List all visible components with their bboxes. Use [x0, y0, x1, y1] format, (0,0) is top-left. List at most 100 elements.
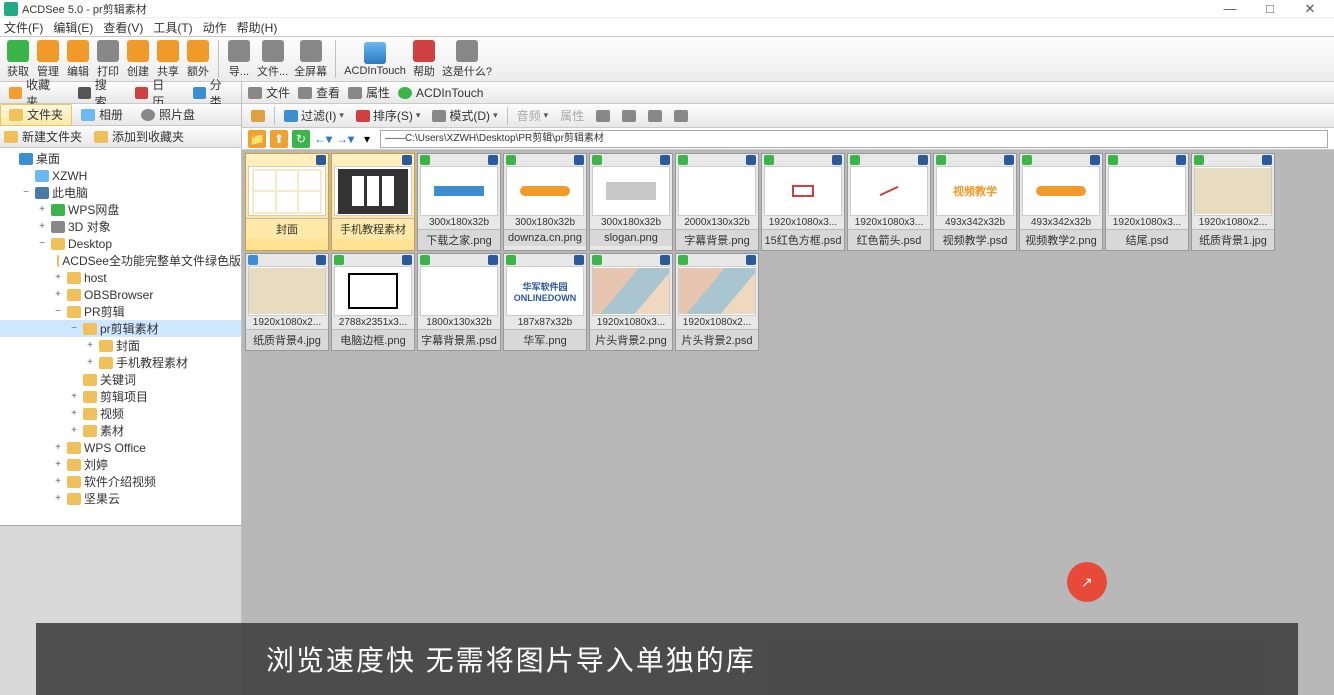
thumbnail[interactable]: 300x180x32b slogan.png — [589, 153, 673, 251]
nav-fwd-button[interactable]: →▾ — [336, 130, 354, 148]
file-button[interactable]: 文件... — [255, 38, 290, 80]
tree-node[interactable]: −Desktop — [0, 235, 241, 252]
thumbnail[interactable]: 手机教程素材 — [331, 153, 415, 251]
tab-acdintouch[interactable]: ACDInTouch — [398, 86, 483, 100]
delete-button[interactable] — [645, 110, 665, 122]
manage-button[interactable]: 管理 — [34, 38, 62, 80]
tree-node[interactable]: +刘婷 — [0, 456, 241, 473]
expand-toggle[interactable]: + — [84, 340, 96, 351]
menu-tools[interactable]: 工具(T) — [153, 19, 192, 36]
tree-node[interactable]: +素材 — [0, 422, 241, 439]
expand-toggle[interactable]: + — [68, 391, 80, 402]
expand-toggle[interactable]: + — [52, 459, 64, 470]
menu-file[interactable]: 文件(F) — [4, 19, 43, 36]
help-button[interactable]: 帮助 — [410, 38, 438, 80]
menu-help[interactable]: 帮助(H) — [237, 19, 278, 36]
tab-calendar[interactable]: 日历 — [126, 82, 183, 104]
thumbnail[interactable]: 1920x1080x3... 结尾.psd — [1105, 153, 1189, 251]
expand-toggle[interactable]: − — [20, 187, 32, 198]
tab-categories[interactable]: 分类 — [184, 82, 241, 104]
minimize-button[interactable]: — — [1210, 0, 1250, 18]
tree-node[interactable]: +WPS Office — [0, 439, 241, 456]
expand-toggle[interactable]: + — [68, 408, 80, 419]
add-favorite-button[interactable]: 添加到收藏夹 — [94, 128, 184, 145]
expand-toggle[interactable]: − — [36, 238, 48, 249]
export-button[interactable]: 导... — [225, 38, 253, 80]
expand-toggle[interactable]: − — [52, 306, 64, 317]
thumbnail[interactable]: 1920x1080x3... 红色箭头.psd — [847, 153, 931, 251]
sort-dropdown[interactable]: 排序(S) — [353, 107, 424, 124]
filter-dropdown[interactable]: 过滤(I) — [281, 107, 347, 124]
thumbnail[interactable]: 封面 — [245, 153, 329, 251]
tree-node[interactable]: 桌面 — [0, 150, 241, 167]
acdintouch-button[interactable]: ACDInTouch — [342, 38, 408, 80]
close-button[interactable]: ✕ — [1290, 0, 1330, 18]
thumbnail[interactable]: 300x180x32b 下载之家.png — [417, 153, 501, 251]
new-folder-button[interactable]: 新建文件夹 — [4, 128, 82, 145]
expand-toggle[interactable]: − — [68, 323, 80, 334]
expand-toggle[interactable]: + — [52, 289, 64, 300]
print-button[interactable]: 打印 — [94, 38, 122, 80]
thumbnail[interactable]: 493x342x32b 视频教学2.png — [1019, 153, 1103, 251]
edit-button[interactable]: 编辑 — [64, 38, 92, 80]
path-input[interactable]: ——C:\Users\XZWH\Desktop\PR剪辑\pr剪辑素材 — [380, 130, 1328, 148]
thumbnail[interactable]: 1920x1080x2... 纸质背景1.jpg — [1191, 153, 1275, 251]
thumbnail[interactable]: 视频教学 493x342x32b 视频教学.psd — [933, 153, 1017, 251]
share-button[interactable]: 共享 — [154, 38, 182, 80]
tree-node[interactable]: +软件介绍视频 — [0, 473, 241, 490]
expand-toggle[interactable]: + — [68, 425, 80, 436]
open-button[interactable] — [248, 110, 268, 122]
paste-button[interactable] — [619, 110, 639, 122]
folder-tree[interactable]: 桌面XZWH−此电脑+WPS网盘+3D 对象−DesktopACDSee全功能完… — [0, 148, 241, 525]
thumbnail[interactable]: 2788x2351x3... 电脑边框.png — [331, 253, 415, 351]
fullscreen-button[interactable]: 全屏幕 — [292, 38, 329, 80]
tree-node[interactable]: XZWH — [0, 167, 241, 184]
tab-favorites[interactable]: 收藏夹 — [0, 82, 69, 104]
nav-history-button[interactable]: ▾ — [358, 130, 376, 148]
tree-node[interactable]: −pr剪辑素材 — [0, 320, 241, 337]
create-button[interactable]: 创建 — [124, 38, 152, 80]
nav-up-button[interactable]: ⬆ — [270, 130, 288, 148]
tree-node[interactable]: −PR剪辑 — [0, 303, 241, 320]
tree-node[interactable]: +手机教程素材 — [0, 354, 241, 371]
tree-node[interactable]: +WPS网盘 — [0, 201, 241, 218]
menu-edit[interactable]: 编辑(E) — [53, 19, 93, 36]
thumbnail[interactable]: 300x180x32b downza.cn.png — [503, 153, 587, 251]
expand-toggle[interactable]: + — [84, 357, 96, 368]
expand-toggle[interactable]: + — [52, 493, 64, 504]
expand-toggle[interactable]: + — [36, 221, 48, 232]
thumbnail[interactable]: 1920x1080x2... 片头背景2.psd — [675, 253, 759, 351]
copy-button[interactable] — [593, 110, 613, 122]
tab-view[interactable]: 查看 — [298, 84, 340, 101]
thumbnail-grid[interactable]: 封面 手机教程素材 300x180x32b 下载之家.png 300x180x3… — [242, 150, 1334, 695]
whatsthis-button[interactable]: 这是什么? — [440, 38, 494, 80]
nav-refresh-button[interactable]: ↻ — [292, 130, 310, 148]
extra-button[interactable]: 额外 — [184, 38, 212, 80]
expand-toggle[interactable]: + — [52, 476, 64, 487]
tree-node[interactable]: −此电脑 — [0, 184, 241, 201]
tree-node[interactable]: ACDSee全功能完整单文件绿色版 — [0, 252, 241, 269]
thumbnail[interactable]: 1920x1080x3... 片头背景2.png — [589, 253, 673, 351]
maximize-button[interactable]: □ — [1250, 0, 1290, 18]
tab-properties[interactable]: 属性 — [348, 84, 390, 101]
tab-file[interactable]: 文件 — [248, 84, 290, 101]
menu-action[interactable]: 动作 — [203, 19, 227, 36]
acquire-button[interactable]: 获取 — [4, 38, 32, 80]
tree-node[interactable]: +host — [0, 269, 241, 286]
tree-node[interactable]: +封面 — [0, 337, 241, 354]
tab-albums[interactable]: 相册 — [72, 104, 132, 126]
thumbnail[interactable]: 华军软件园ONLINEDOWN 187x87x32b 华军.png — [503, 253, 587, 351]
tree-node[interactable]: +OBSBrowser — [0, 286, 241, 303]
expand-toggle[interactable]: + — [36, 204, 48, 215]
expand-toggle[interactable]: + — [52, 272, 64, 283]
tree-node[interactable]: 关键词 — [0, 371, 241, 388]
tab-folders[interactable]: 文件夹 — [0, 104, 72, 126]
tab-photo-disc[interactable]: 照片盘 — [132, 104, 204, 126]
tree-node[interactable]: +3D 对象 — [0, 218, 241, 235]
rotate-button[interactable] — [671, 110, 691, 122]
expand-toggle[interactable]: + — [52, 442, 64, 453]
tab-search[interactable]: 搜索 — [69, 82, 126, 104]
thumbnail[interactable]: 1920x1080x2... 纸质背景4.jpg — [245, 253, 329, 351]
thumbnail[interactable]: 1800x130x32b 字幕背景黑.psd — [417, 253, 501, 351]
nav-back-button[interactable]: ←▾ — [314, 130, 332, 148]
